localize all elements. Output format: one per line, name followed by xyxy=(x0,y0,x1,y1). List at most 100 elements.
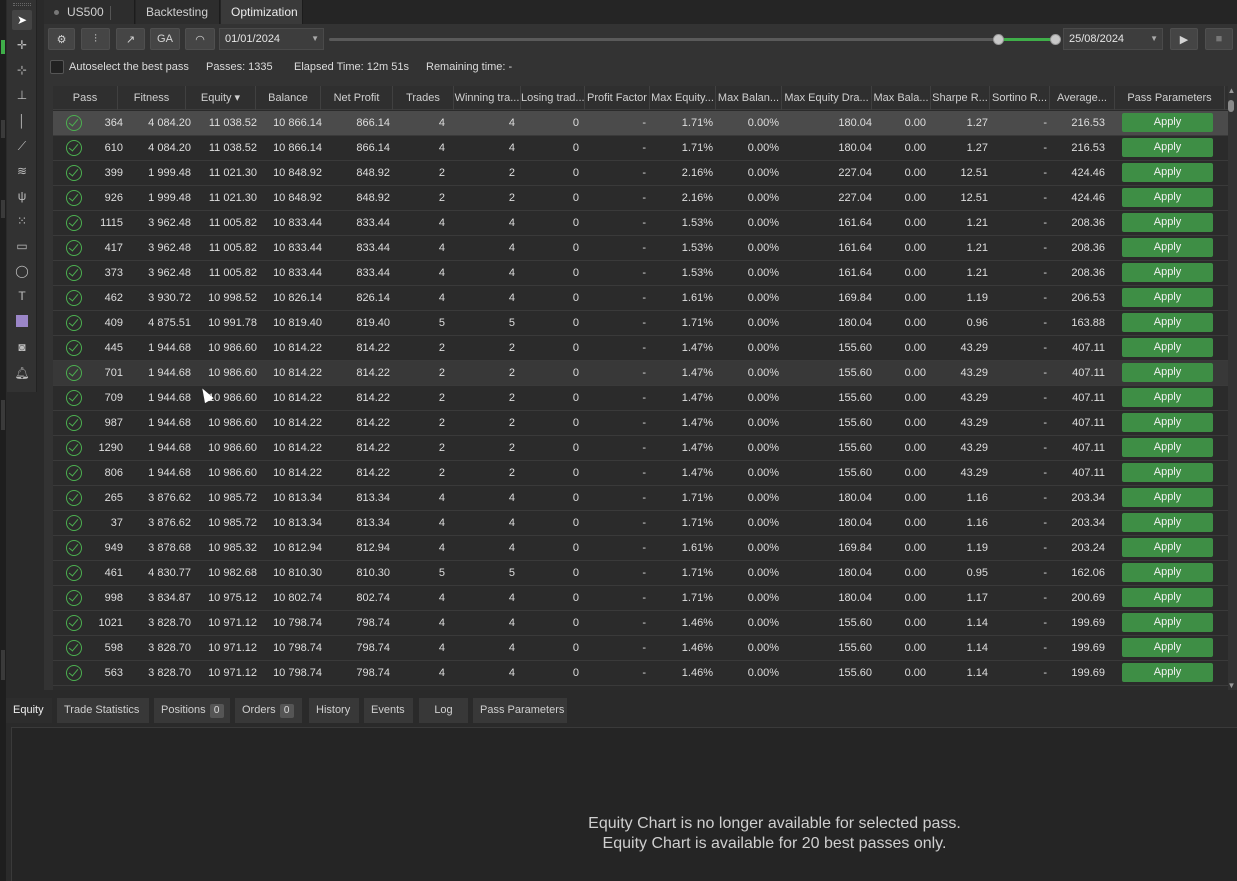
table-row[interactable]: 926 1 999.48 11 021.30 10 848.92 848.92 2 2 0 - 2… xyxy=(53,186,1228,211)
table-row[interactable]: 462 3 930.72 10 998.52 10 826.14 826.14 4 4 0 - 1… xyxy=(53,286,1228,311)
column-header[interactable]: Balance xyxy=(256,86,321,110)
table-row[interactable]: 265 3 876.62 10 985.72 10 813.34 813.34 4 4 0 - 1… xyxy=(53,486,1228,511)
tab-equity[interactable]: Equity xyxy=(6,698,52,723)
tab-events[interactable]: Events xyxy=(364,698,413,723)
tab-symbol[interactable]: US500D1 xyxy=(44,0,135,43)
apply-button[interactable]: Apply xyxy=(1122,188,1213,207)
table-row[interactable]: 987 1 944.68 10 986.60 10 814.22 814.22 2 2 0 - 1… xyxy=(53,411,1228,436)
table-scrollbar[interactable]: ▲ ▼ xyxy=(1226,86,1237,690)
column-header[interactable]: Pass Parameters xyxy=(1115,86,1225,110)
table-row[interactable]: 445 1 944.68 10 986.60 10 814.22 814.22 2 2 0 - 1… xyxy=(53,336,1228,361)
parameters-sliders-icon[interactable]: ⫶ xyxy=(81,28,110,50)
speed-gauge-icon[interactable]: ◠ xyxy=(185,28,215,50)
tab-pass-parameters[interactable]: Pass Parameters xyxy=(473,698,567,723)
pointer-arrow-icon[interactable]: ➤ xyxy=(12,10,32,30)
column-header[interactable]: Max Bala... xyxy=(872,86,931,110)
table-row[interactable]: 709 1 944.68 10 986.60 10 814.22 814.22 2 2 0-1… xyxy=(53,386,1228,411)
ellipse-icon[interactable]: ◯ xyxy=(12,261,32,281)
tab-log[interactable]: Log xyxy=(419,698,468,723)
apply-button[interactable]: Apply xyxy=(1122,338,1213,357)
apply-button[interactable]: Apply xyxy=(1122,238,1213,257)
table-row[interactable]: 1115 3 962.48 11 005.82 10 833.44 833.44 4 4 0 -… xyxy=(53,211,1228,236)
table-row[interactable]: 364 4 084.20 11 038.52 10 866.14 866.14 4 4 0 - 1… xyxy=(53,111,1228,136)
column-header[interactable]: Profit Factor xyxy=(585,86,650,110)
table-row[interactable]: 610 4 084.20 11 038.52 10 866.14 866.14 4 4 0 - 1… xyxy=(53,136,1228,161)
table-row[interactable]: 37 3 876.62 10 985.72 10 813.34 813.34 4 4 0 - 1.… xyxy=(53,511,1228,536)
table-row[interactable]: 1290 1 944.68 10 986.60 10 814.22 814.22 2 2 0 -… xyxy=(53,436,1228,461)
text-icon[interactable]: T xyxy=(12,286,32,306)
autoselect-checkbox[interactable] xyxy=(50,60,64,74)
chart-line-icon[interactable]: ↗ xyxy=(116,28,145,50)
table-row[interactable]: 598 3 828.70 10 971.12 10 798.74 798.74 4 4 0 - 1… xyxy=(53,636,1228,661)
column-header[interactable]: Equity ▾ xyxy=(186,86,256,110)
apply-button[interactable]: Apply xyxy=(1122,138,1213,157)
column-header[interactable]: Trades xyxy=(393,86,454,110)
scroll-thumb[interactable] xyxy=(1228,100,1234,112)
tab-backtesting[interactable]: Backtesting xyxy=(136,0,220,24)
table-row[interactable]: 409 4 875.51 10 991.78 10 819.40 819.40 5 5 0 - 1… xyxy=(53,311,1228,336)
table-row[interactable]: 701 1 944.68 10 986.60 10 814.22 814.22 2 2 0 - 1… xyxy=(53,361,1228,386)
column-header[interactable]: Average... xyxy=(1050,86,1115,110)
range-end-handle[interactable] xyxy=(1050,34,1061,45)
apply-button[interactable]: Apply xyxy=(1122,463,1213,482)
apply-button[interactable]: Apply xyxy=(1122,388,1213,407)
apply-button[interactable]: Apply xyxy=(1122,613,1213,632)
apply-button[interactable]: Apply xyxy=(1122,263,1213,282)
range-start-handle[interactable] xyxy=(993,34,1004,45)
bell-icon[interactable]: 🔔︎ xyxy=(12,363,32,383)
stop-icon[interactable]: ■ xyxy=(1205,28,1233,50)
table-row[interactable]: 998 3 834.87 10 975.12 10 802.74 802.74 4 4 0 - 1… xyxy=(53,586,1228,611)
fibonacci-icon[interactable]: ≋ xyxy=(12,161,32,181)
date-from-select[interactable]: 01/01/2024 ▼ xyxy=(219,28,324,50)
apply-button[interactable]: Apply xyxy=(1122,113,1213,132)
table-row[interactable]: 1021 3 828.70 10 971.12 10 798.74 798.74 4 4 0 -… xyxy=(53,611,1228,636)
apply-button[interactable]: Apply xyxy=(1122,213,1213,232)
apply-button[interactable]: Apply xyxy=(1122,363,1213,382)
column-header[interactable]: Losing trad... xyxy=(521,86,585,110)
apply-button[interactable]: Apply xyxy=(1122,513,1213,532)
table-row[interactable]: 563 3 828.70 10 971.12 10 798.74 798.74 4 4 0 - 1… xyxy=(53,661,1228,686)
toolbar-grip-icon[interactable] xyxy=(13,3,31,6)
column-header[interactable]: Winning tra... xyxy=(454,86,521,110)
scroll-up-icon[interactable]: ▲ xyxy=(1226,86,1237,95)
column-header[interactable]: Sharpe R... xyxy=(931,86,990,110)
column-header[interactable]: Max Balan... xyxy=(716,86,782,110)
play-icon[interactable]: ▶ xyxy=(1170,28,1198,50)
apply-button[interactable]: Apply xyxy=(1122,163,1213,182)
pattern-icon[interactable]: ⁙ xyxy=(12,211,32,231)
date-to-select[interactable]: 25/08/2024 ▼ xyxy=(1063,28,1163,50)
table-row[interactable]: 461 4 830.77 10 982.68 10 810.30 810.30 5 5 0 - 1… xyxy=(53,561,1228,586)
tab-trade-statistics[interactable]: Trade Statistics xyxy=(57,698,149,723)
column-header[interactable]: Max Equity Dra... xyxy=(782,86,872,110)
tab-orders[interactable]: Orders 0 xyxy=(235,698,302,723)
vertical-line-icon[interactable]: │ xyxy=(12,111,32,131)
table-row[interactable]: 399 1 999.48 11 021.30 10 848.92 848.92 2 2 0 - 2… xyxy=(53,161,1228,186)
apply-button[interactable]: Apply xyxy=(1122,488,1213,507)
apply-button[interactable]: Apply xyxy=(1122,563,1213,582)
apply-button[interactable]: Apply xyxy=(1122,438,1213,457)
tab-positions[interactable]: Positions 0 xyxy=(154,698,230,723)
apply-button[interactable]: Apply xyxy=(1122,588,1213,607)
column-header[interactable]: Pass xyxy=(53,86,118,110)
crosshair-snap-icon[interactable]: ⊹ xyxy=(12,60,32,80)
table-row[interactable]: 806 1 944.68 10 986.60 10 814.22 814.22 2 2 0 - 1… xyxy=(53,461,1228,486)
pitchfork-icon[interactable]: ψ xyxy=(12,186,32,206)
color-swatch-icon[interactable] xyxy=(12,311,32,331)
apply-button[interactable]: Apply xyxy=(1122,538,1213,557)
tab-optimization[interactable]: Optimization xyxy=(221,0,303,24)
tab-history[interactable]: History xyxy=(309,698,359,723)
ruler-icon[interactable]: ⊥ xyxy=(12,85,32,105)
rectangle-icon[interactable]: ▭ xyxy=(12,236,32,256)
scroll-down-icon[interactable]: ▼ xyxy=(1226,681,1237,690)
column-header[interactable]: Sortino R... xyxy=(990,86,1050,110)
column-header[interactable]: Net Profit xyxy=(321,86,393,110)
apply-button[interactable]: Apply xyxy=(1122,663,1213,682)
date-range-slider[interactable] xyxy=(329,34,1061,45)
table-row[interactable]: 417 3 962.48 11 005.82 10 833.44 833.44 4 4 0 - 1… xyxy=(53,236,1228,261)
apply-button[interactable]: Apply xyxy=(1122,413,1213,432)
camera-icon[interactable]: ◙ xyxy=(12,337,32,357)
settings-gear-icon[interactable]: ⚙ xyxy=(48,28,75,50)
table-row[interactable]: 949 3 878.68 10 985.32 10 812.94 812.94 4 4 0 - 1… xyxy=(53,536,1228,561)
apply-button[interactable]: Apply xyxy=(1122,313,1213,332)
trendline-icon[interactable]: ⟋ xyxy=(12,136,32,156)
